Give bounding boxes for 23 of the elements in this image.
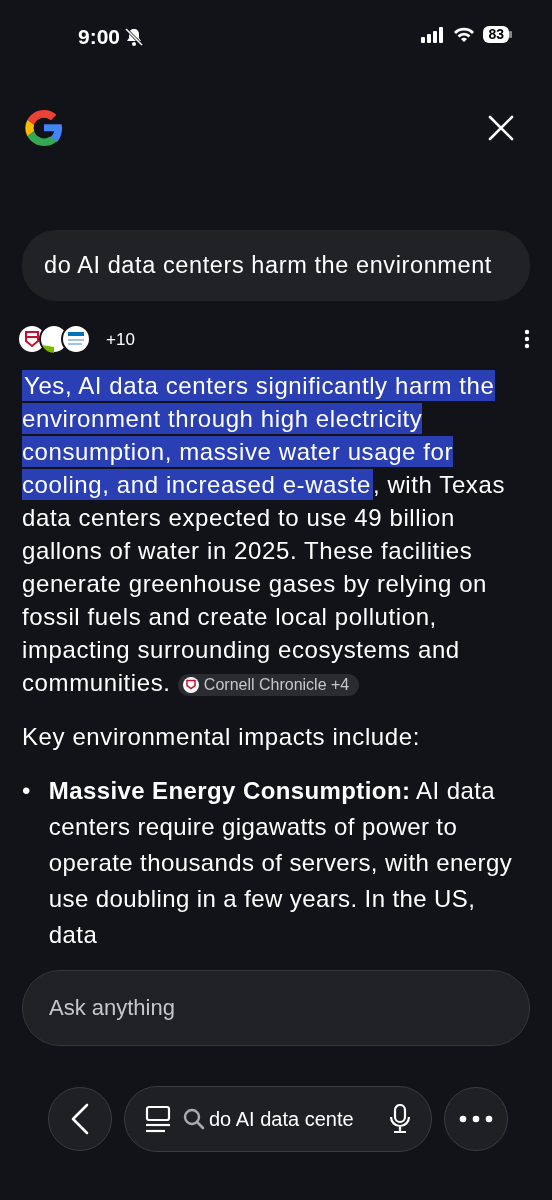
signal-icon: [421, 26, 446, 43]
battery-text: 83: [483, 26, 509, 44]
source-logo-icon: [181, 675, 200, 694]
wifi-icon: [453, 26, 476, 43]
bullet-item: Massive Energy Consumption: AI data centers require gigawatts of power to operate thousands of servers, with energy use doubling in a few years. In the US, data: [48, 776, 514, 951]
citation-chip[interactable]: Cornell Chronicle +4: [177, 673, 360, 696]
query-bubble: do AI data centers harm the environment: [22, 230, 530, 302]
more-icon: [459, 1115, 493, 1123]
search-bar[interactable]: do AI data cente: [124, 1086, 432, 1152]
tabs-icon: [145, 1105, 171, 1133]
more-options-icon[interactable]: [524, 329, 530, 350]
source-count[interactable]: +10: [106, 326, 135, 352]
back-icon: [71, 1103, 89, 1135]
bell-off-icon: [124, 26, 145, 47]
microphone-icon: [389, 1104, 411, 1134]
section-intro: Key environmental impacts include:: [21, 722, 421, 753]
close-icon[interactable]: [488, 115, 514, 141]
search-icon: [183, 1108, 205, 1130]
bullet-marker: •: [22, 776, 31, 807]
time-text: 9:00: [78, 26, 121, 47]
answer-paragraph: Yes, AI data centers significantly harm the environment through high electricity consumption, massive water usage for cooling, and increased e-waste, with Texas data centers expected to use 49 billion gallons of water in 2025. These facilities generate greenhouse gases by relying on fossil fuels and create local pollution, impacting surrounding ecosystems and communities. Cornell Chronicle +4: [21, 369, 507, 699]
search-text: do AI data cente: [209, 1107, 355, 1132]
ask-field[interactable]: Ask anything: [22, 970, 530, 1046]
